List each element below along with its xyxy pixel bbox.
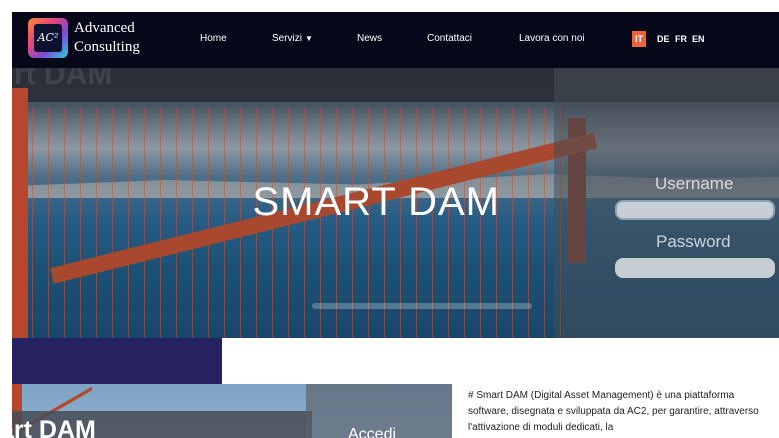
nav-item-servizi[interactable]: Servizi ▼ — [272, 32, 313, 46]
hero-title: SMART DAM — [252, 180, 500, 224]
chevron-down-icon: ▼ — [305, 34, 313, 43]
nav-item-contattaci[interactable]: Contattaci — [427, 32, 472, 46]
lang-en[interactable]: EN — [692, 31, 705, 47]
company-logo-icon[interactable]: AC² — [28, 18, 68, 58]
password-label: Password — [656, 232, 731, 251]
hero-banner: rt DAM SMART DAM Username Password — [12, 68, 779, 338]
smart-dam-card: art DAM Accedi — [12, 384, 452, 438]
lang-de[interactable]: DE — [657, 31, 670, 47]
water-shine — [312, 303, 532, 309]
nav-item-servizi-label: Servizi — [272, 33, 303, 44]
navy-accent-block — [12, 338, 222, 384]
nav-item-news[interactable]: News — [357, 32, 382, 46]
username-label: Username — [655, 174, 734, 193]
company-name[interactable]: Advanced Consulting — [74, 19, 140, 57]
accedi-button[interactable]: Accedi — [348, 426, 396, 438]
company-name-line2: Consulting — [74, 39, 140, 55]
card-title: art DAM — [12, 416, 96, 438]
lang-fr[interactable]: FR — [675, 31, 687, 47]
login-panel: Username Password — [554, 68, 779, 338]
navbar: AC² Advanced Consulting Home Servizi ▼ Ne… — [12, 12, 779, 68]
lang-it[interactable]: IT — [632, 31, 646, 47]
description-text: # Smart DAM (Digital Asset Management) è… — [468, 390, 759, 433]
nav-item-home[interactable]: Home — [200, 32, 227, 46]
username-input[interactable] — [615, 200, 775, 220]
logo-mark-text: AC² — [34, 24, 62, 52]
company-name-line1: Advanced — [74, 20, 135, 36]
nav-item-lavora-con-noi[interactable]: Lavora con noi — [519, 32, 585, 46]
hero-background-word: rt DAM — [14, 68, 113, 91]
password-input[interactable] — [615, 258, 775, 278]
